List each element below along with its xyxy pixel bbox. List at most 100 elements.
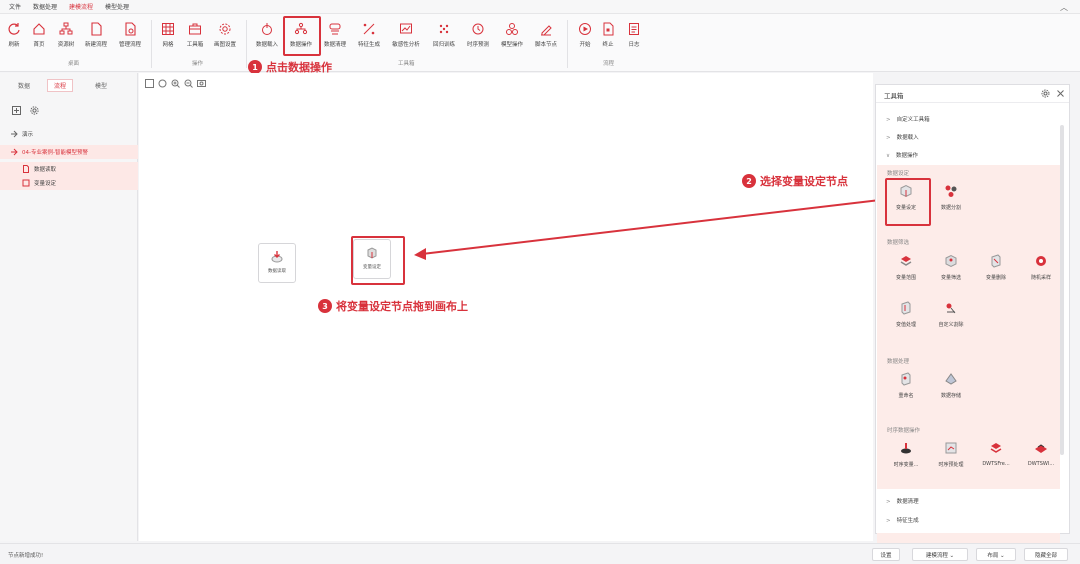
chevron-up-icon[interactable]: ︿ (1060, 2, 1068, 13)
highlight-data-operation (283, 16, 321, 56)
tab-data[interactable]: 数据 (18, 81, 30, 90)
chevron-right-icon: > (886, 499, 891, 505)
node-data-read[interactable]: 数据读取 (258, 243, 296, 283)
data-load-button[interactable]: 数据载入 (250, 22, 284, 48)
gear-icon[interactable] (1041, 89, 1050, 98)
variable-filter-icon (945, 254, 957, 268)
data-clean-button[interactable]: 数据清理 (318, 22, 352, 48)
random-sampling-icon (1036, 256, 1046, 266)
sensitivity-icon (400, 23, 412, 34)
drawing-settings-button[interactable]: 画图设置 (208, 22, 242, 48)
toolbox-section-feature[interactable]: > 特征生成 (886, 516, 919, 524)
regression-icon (439, 24, 449, 34)
variable-delete-icon (991, 254, 1001, 268)
sensitivity-analysis-button[interactable]: 敏感性分析 (389, 22, 423, 48)
tool-missing-value[interactable]: 变值处理 (883, 300, 929, 328)
home-icon (33, 23, 45, 35)
tree-icon (59, 22, 73, 35)
tool-data-split[interactable]: 数据分割 (928, 183, 974, 211)
hide-all-button[interactable]: 隐藏全部 (1024, 548, 1068, 561)
settings-icon[interactable] (30, 106, 39, 115)
tool-variable-filter[interactable]: 变量筛选 (928, 253, 974, 281)
tree-item-demo[interactable]: 演示 (0, 127, 138, 141)
callout-step-3: 3 将变量设定节点拖到画布上 (318, 298, 468, 314)
tool-variable-delete[interactable]: 变量删除 (973, 253, 1019, 281)
tree-item-variable-set[interactable]: 变量设定 (0, 176, 138, 190)
file-icon (23, 165, 29, 173)
menu-file[interactable]: 文件 (9, 2, 21, 11)
zoom-out-icon[interactable] (184, 79, 193, 88)
tool-timeseries-variable[interactable]: 时序变量... (883, 440, 929, 468)
modeling-flow-dropdown[interactable]: 建模流程 ⌄ (912, 548, 968, 561)
data-read-icon (271, 251, 283, 263)
status-bar: 节点新增成功! 设置 建模流程 ⌄ 布局 ⌄ 隐藏全部 (0, 543, 1080, 564)
toolbox-section-data-operation[interactable]: ∨ 数据操作 (886, 151, 918, 159)
chevron-right-icon: > (886, 518, 891, 524)
toolbox-section-data-load[interactable]: > 数据载入 (886, 133, 919, 141)
custom-cut-icon (946, 303, 956, 314)
tool-dwtsfre[interactable]: DWTSFre... (973, 440, 1019, 467)
chevron-right-icon: > (886, 117, 891, 123)
toolbox-section-custom[interactable]: > 自定义工具箱 (886, 115, 930, 123)
toolbox-scrollbar[interactable] (1060, 125, 1064, 455)
dwtswi-icon (1035, 444, 1047, 453)
regression-training-button[interactable]: 回归训练 (427, 22, 461, 48)
tool-random-sampling[interactable]: 随机采样 (1018, 253, 1064, 281)
tab-model[interactable]: 模型 (95, 81, 107, 90)
grid-icon (162, 23, 174, 35)
zoom-in-icon[interactable] (171, 79, 180, 88)
tool-data-storage[interactable]: 数据存储 (928, 371, 974, 399)
callout-step-2: 2 选择变量设定节点 (742, 173, 848, 189)
rename-icon (901, 372, 911, 386)
model-icon (506, 23, 518, 35)
timeseries-forecast-button[interactable]: 时序预测 (461, 22, 495, 48)
data-storage-icon (945, 373, 957, 385)
resource-tree-button[interactable]: 资源树 (49, 22, 83, 48)
fit-view-icon[interactable] (145, 79, 154, 88)
close-icon[interactable] (1056, 89, 1065, 98)
layout-dropdown[interactable]: 布局 ⌄ (976, 548, 1016, 561)
toolbox-button[interactable]: 工具箱 (178, 22, 212, 48)
tool-dwtswi[interactable]: DWTSWI... (1018, 440, 1064, 467)
flow-canvas[interactable]: 数据读取 变量设定 (139, 73, 873, 541)
manage-flow-button[interactable]: 管理流程 (113, 22, 147, 48)
category-data-processing: 数据处理 (887, 359, 910, 365)
highlight-canvas-node (351, 236, 405, 285)
status-message: 节点新增成功! (8, 553, 44, 559)
tree-item-data-read[interactable]: 数据读取 (0, 162, 138, 176)
ribbon-toolbar: 刷新 首页 资源树 新建流程 管理流程 桌面 网格 工具箱 画图设置 操作 数据… (0, 14, 1080, 72)
dwtsfre-icon (990, 443, 1002, 453)
variable-range-icon (900, 256, 912, 266)
tool-rename[interactable]: 重命名 (883, 371, 929, 399)
category-data-filter: 数据筛选 (887, 240, 910, 246)
group-label-flow: 流程 (603, 61, 615, 67)
screenshot-icon[interactable] (197, 79, 206, 88)
node-icon (22, 179, 30, 187)
settings-button[interactable]: 设置 (872, 548, 900, 561)
toolbox-section-data-clean[interactable]: > 数据清理 (886, 497, 919, 505)
category-timeseries: 时序数据操作 (887, 428, 921, 434)
toolbox-header: 工具箱 (876, 85, 1069, 103)
tool-timeseries-preprocess[interactable]: 时序预处理 (928, 440, 974, 468)
script-node-button[interactable]: 脚本节点 (529, 22, 563, 48)
group-label-operate: 操作 (192, 61, 204, 67)
feature-generation-button[interactable]: 特征生成 (352, 22, 386, 48)
chevron-right-icon: > (886, 135, 891, 141)
tool-custom-cut[interactable]: 自定义割除 (928, 300, 974, 328)
log-button[interactable]: 日志 (617, 22, 651, 48)
menu-modeling-flow[interactable]: 建模流程 (69, 2, 93, 11)
tree-item-case[interactable]: 04-专业案例-智能模型预警 (0, 145, 138, 159)
data-load-icon (262, 23, 272, 35)
add-icon[interactable] (12, 106, 21, 115)
left-panel: 数据 流程 模型 演示 04-专业案例-智能模型预警 数据读取 变量设定 (0, 73, 138, 541)
menu-model-processing[interactable]: 模型处理 (105, 2, 129, 11)
menu-data-processing[interactable]: 数据处理 (33, 2, 57, 11)
refresh-icon (8, 23, 20, 35)
stop-icon (603, 22, 614, 36)
tool-variable-range[interactable]: 变量范围 (883, 253, 929, 281)
model-operation-button[interactable]: 模型操作 (495, 22, 529, 48)
tab-flow[interactable]: 流程 (47, 79, 74, 92)
center-icon[interactable] (158, 79, 167, 88)
chevron-down-icon: ∨ (886, 153, 891, 159)
new-flow-button[interactable]: 新建流程 (79, 22, 113, 48)
